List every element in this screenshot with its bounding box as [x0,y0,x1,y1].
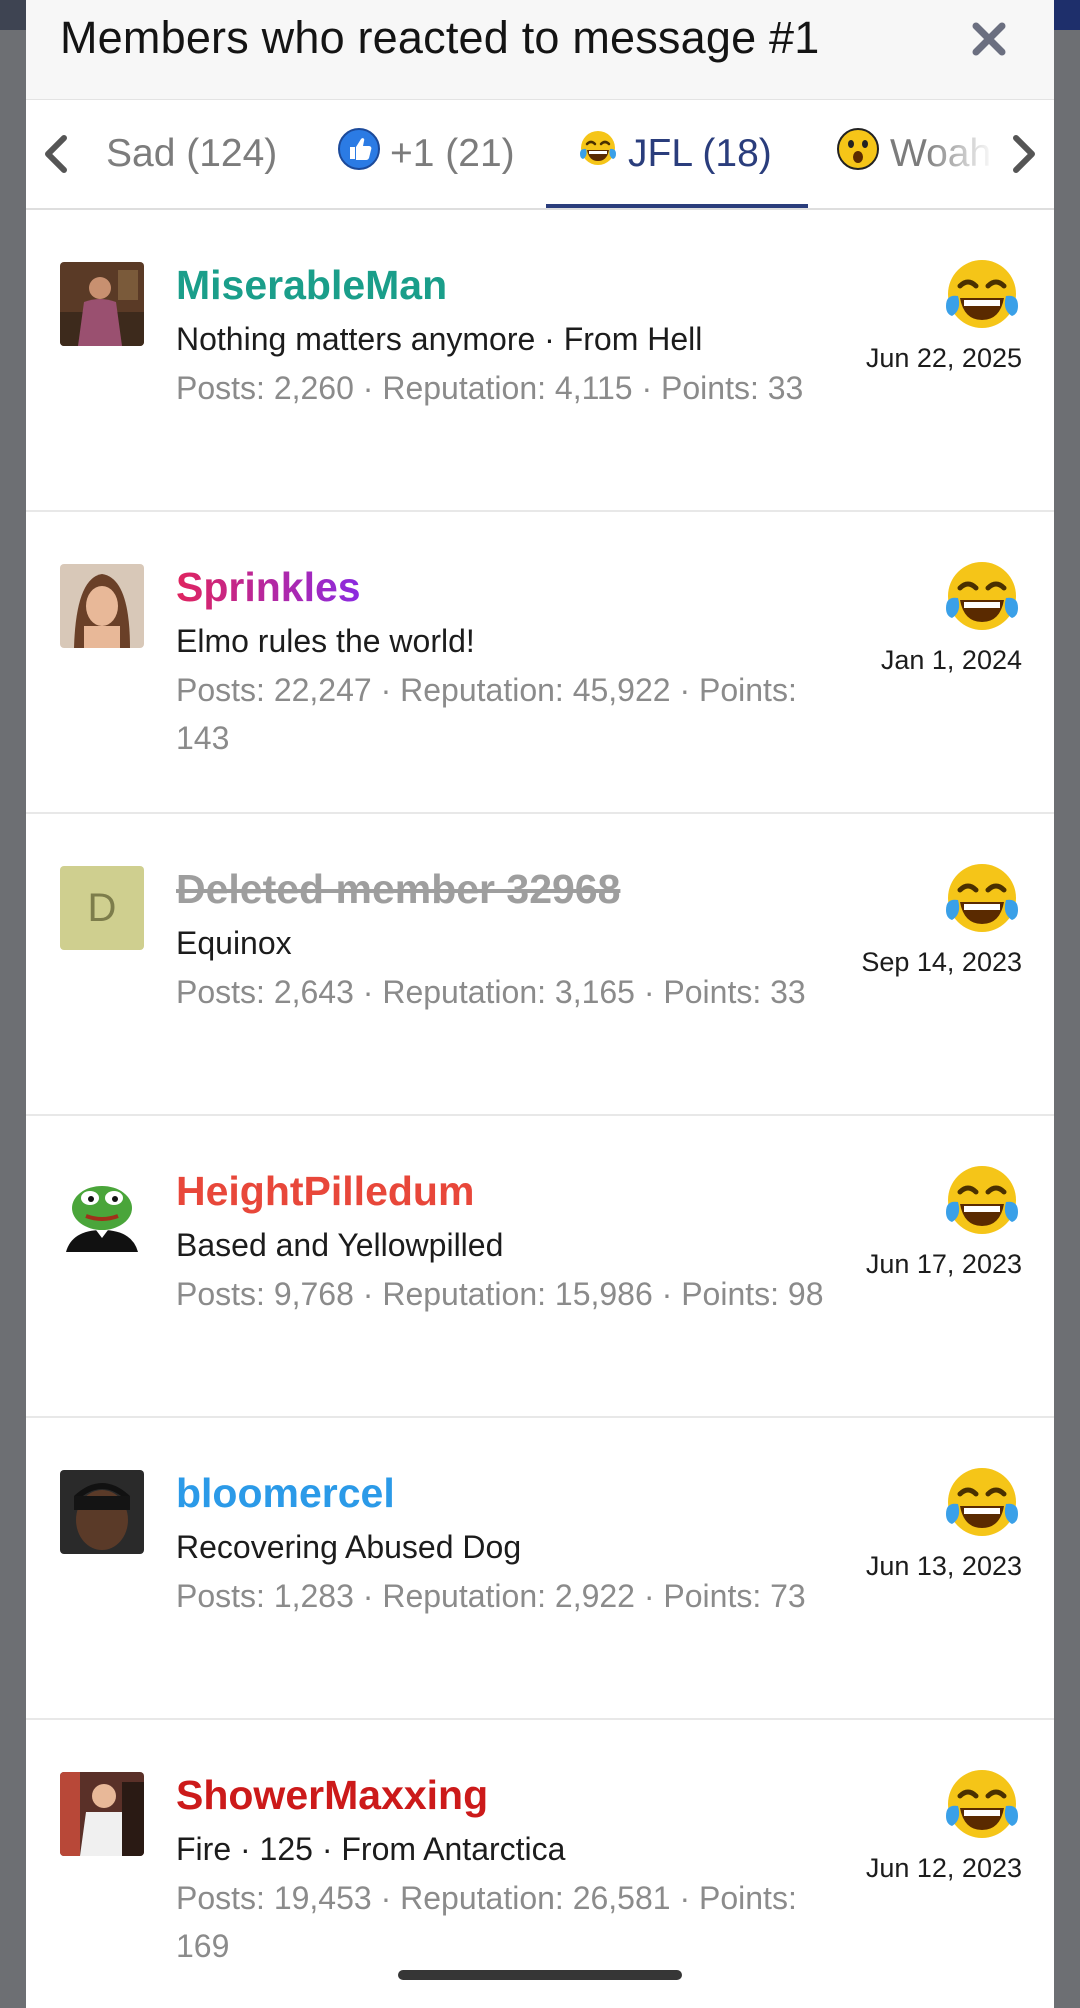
thumbs-up-icon [338,128,380,180]
member-info: HeightPilledum Based and Yellowpilled Po… [176,1164,826,1318]
avatar[interactable] [60,1772,144,1856]
laughing-crying-emoji-icon [942,1162,1022,1242]
reaction-date: Jun 17, 2023 [865,1249,1022,1279]
member-tagline: Equinox [176,925,292,961]
avatar[interactable]: D [60,866,144,950]
reaction-meta: Jun 13, 2023 [802,1464,1022,1582]
username[interactable]: bloomercel [176,1466,826,1520]
member-info: bloomercel Recovering Abused Dog Posts: … [176,1466,826,1620]
tab-label: +1 (21) [390,132,515,175]
reaction-date: Jan 1, 2024 [880,645,1022,675]
member-stats: Posts: 9,768 · Reputation: 15,986 · Poin… [176,1276,824,1312]
avatar[interactable] [60,262,144,346]
laughing-crying-emoji-icon [578,129,618,179]
username[interactable]: MiserableMan [176,258,826,312]
modal-header: Members who reacted to message #1 [26,0,1054,100]
reaction-meta: Jun 22, 2025 [802,256,1022,374]
member-stats: Posts: 22,247 · Reputation: 45,922 · Poi… [176,672,797,756]
laughing-crying-emoji-icon [942,1766,1022,1846]
tab-jfl[interactable]: JFL (18) [578,100,772,208]
username[interactable]: HeightPilledum [176,1164,826,1218]
list-item: HeightPilledum Based and Yellowpilled Po… [26,1116,1054,1418]
username[interactable]: Deleted member 32968 [176,862,826,916]
member-tagline: Fire · 125 · From Antarctica [176,1831,566,1867]
reaction-date: Sep 14, 2023 [861,947,1022,977]
tab-label: Sad (124) [106,132,278,175]
username[interactable]: Sprinkles [176,560,361,614]
member-info: ShowerMaxxing Fire · 125 · From Antarcti… [176,1768,826,1970]
reactions-modal: Members who reacted to message #1 Sad (1… [26,0,1054,2008]
reaction-date: Jun 12, 2023 [865,1853,1022,1883]
username[interactable]: ShowerMaxxing [176,1768,826,1822]
member-stats: Posts: 19,453 · Reputation: 26,581 · Poi… [176,1880,797,1964]
home-indicator [398,1970,682,1980]
member-stats: Posts: 2,643 · Reputation: 3,165 · Point… [176,974,806,1010]
list-item: ShowerMaxxing Fire · 125 · From Antarcti… [26,1720,1054,2008]
tab-sad[interactable]: Sad (124) [106,100,277,208]
modal-title: Members who reacted to message #1 [60,12,820,63]
member-tagline: Based and Yellowpilled [176,1227,504,1263]
avatar[interactable] [60,1470,144,1554]
tabs-fade-right [924,100,994,208]
member-tagline: Elmo rules the world! [176,623,475,659]
laughing-crying-emoji-icon [942,558,1022,638]
laughing-crying-emoji-icon [942,1464,1022,1544]
member-info: MiserableMan Nothing matters anymore · F… [176,258,826,412]
avatar[interactable] [60,1168,144,1252]
tab-plus-one[interactable]: +1 (21) [338,100,515,208]
reaction-date: Jun 13, 2023 [865,1551,1022,1581]
chevron-right-icon [1013,135,1035,173]
laughing-crying-emoji-icon [942,256,1022,336]
reaction-meta: Jun 12, 2023 [802,1766,1022,1884]
list-item: bloomercel Recovering Abused Dog Posts: … [26,1418,1054,1720]
list-item: Sprinkles Elmo rules the world! Posts: 2… [26,512,1054,814]
laughing-crying-emoji-icon [942,860,1022,940]
close-button[interactable] [964,14,1014,64]
reaction-date: Jun 22, 2025 [865,343,1022,373]
close-icon [972,22,1006,56]
member-list: MiserableMan Nothing matters anymore · F… [26,210,1054,2008]
reaction-tabs: Sad (124) +1 (21) JFL (18) [26,100,1054,210]
member-stats: Posts: 2,260 · Reputation: 4,115 · Point… [176,370,804,406]
tab-label: JFL (18) [628,132,772,175]
reaction-meta: Jan 1, 2024 [802,558,1022,676]
member-info: Sprinkles Elmo rules the world! Posts: 2… [176,560,826,762]
avatar[interactable] [60,564,144,648]
member-stats: Posts: 1,283 · Reputation: 2,922 · Point… [176,1578,806,1614]
member-info: Deleted member 32968 Equinox Posts: 2,64… [176,862,826,1016]
tabs-fade-left [86,100,112,208]
reaction-meta: Jun 17, 2023 [802,1162,1022,1280]
member-tagline: Recovering Abused Dog [176,1529,522,1565]
chevron-left-icon [45,135,67,173]
backdrop-accent [1052,0,1080,30]
shocked-emoji-icon [836,127,880,181]
list-item: MiserableMan Nothing matters anymore · F… [26,210,1054,512]
tabs-scroll-left-button[interactable] [26,100,86,208]
list-item: D Deleted member 32968 Equinox Posts: 2,… [26,814,1054,1116]
reaction-meta: Sep 14, 2023 [802,860,1022,978]
member-tagline: Nothing matters anymore · From Hell [176,321,703,357]
tabs-scroll-right-button[interactable] [994,100,1054,208]
